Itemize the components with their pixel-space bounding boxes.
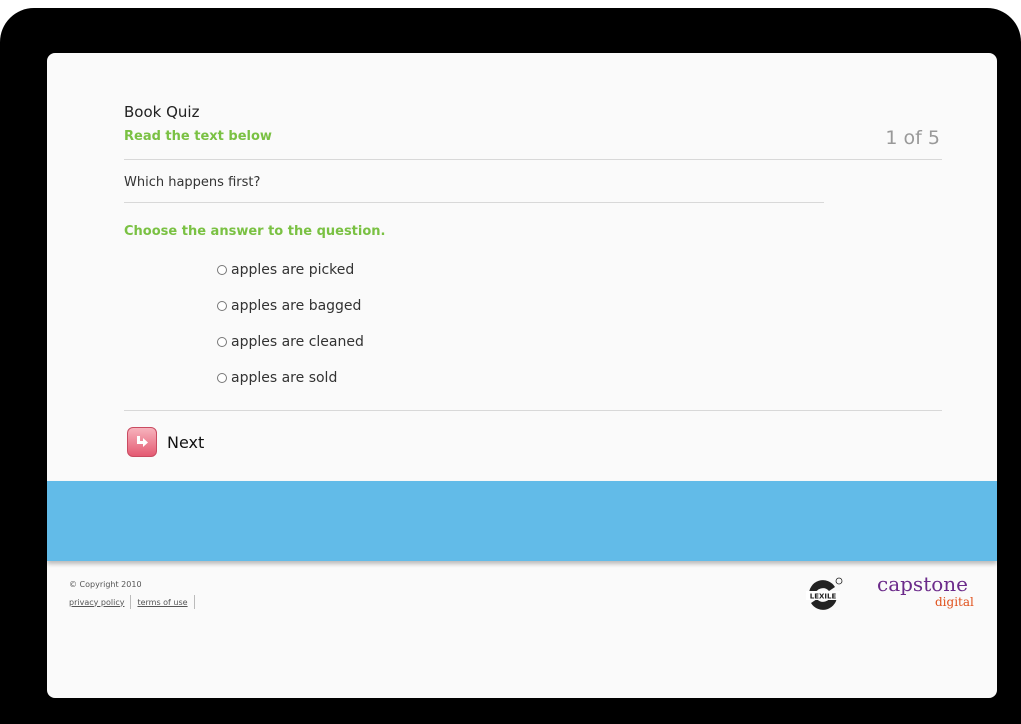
next-button[interactable]: Next [127,427,204,457]
privacy-policy-link[interactable]: privacy policy [69,598,124,607]
answer-option[interactable]: apples are picked [217,252,364,288]
quiz-screen: Book Quiz Read the text below 1 of 5 Whi… [47,53,997,698]
terms-of-use-link[interactable]: terms of use [137,598,187,607]
answer-option[interactable]: apples are sold [217,360,364,396]
capstone-logo: capstone [877,572,968,596]
answer-prompt: Choose the answer to the question. [124,224,386,239]
banner [47,481,997,561]
footer-links: privacy policy terms of use [69,595,201,609]
answer-options: apples are picked apples are bagged appl… [217,252,364,396]
divider [124,202,824,203]
question-text: Which happens first? [124,175,261,190]
device-frame: Book Quiz Read the text below 1 of 5 Whi… [0,8,1021,724]
answer-option-label: apples are picked [231,262,355,278]
answer-option-label: apples are bagged [231,298,362,314]
copyright-text: © Copyright 2010 [69,580,142,589]
radio-icon[interactable] [217,301,227,311]
radio-icon[interactable] [217,337,227,347]
divider [124,159,942,160]
svg-text:LEXILE: LEXILE [810,593,837,601]
radio-icon[interactable] [217,373,227,383]
radio-icon[interactable] [217,265,227,275]
answer-option-label: apples are sold [231,370,338,386]
answer-option[interactable]: apples are cleaned [217,324,364,360]
instruction-text: Read the text below [124,129,272,144]
next-arrow-icon[interactable] [127,427,157,457]
answer-option-label: apples are cleaned [231,334,364,350]
progress-indicator: 1 of 5 [885,127,940,149]
page-title: Book Quiz [124,103,200,121]
lexile-logo: LEXILE [806,577,843,610]
capstone-logo-sub: digital [935,595,974,609]
answer-option[interactable]: apples are bagged [217,288,364,324]
divider [193,595,195,609]
divider [124,410,942,411]
divider [130,595,132,609]
next-button-label: Next [167,432,205,452]
